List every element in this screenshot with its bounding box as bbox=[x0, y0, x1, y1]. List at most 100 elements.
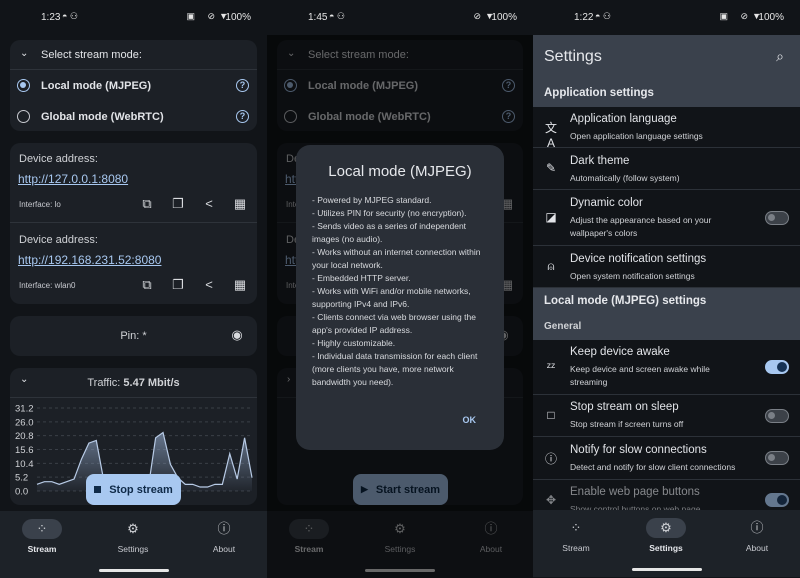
copy-icon[interactable]: ❐ bbox=[170, 277, 186, 293]
chevron-down-icon[interactable]: ⌄ bbox=[20, 48, 28, 59]
traffic-label: Traffic: 5.47 Mbit/s bbox=[10, 377, 257, 389]
nav-label: Stream bbox=[562, 543, 590, 553]
bell-icon: ⍝ bbox=[547, 259, 555, 273]
y-tick-label: 31.2 bbox=[15, 404, 34, 415]
app-notification-icon: ◓ ⚇ bbox=[595, 11, 612, 21]
battery-level: 100% bbox=[491, 12, 517, 23]
nav-settings[interactable]: ⚙ Settings bbox=[631, 518, 701, 553]
help-icon[interactable]: ? bbox=[236, 110, 249, 123]
mute-icon: ⊘ bbox=[207, 11, 215, 21]
web-buttons-toggle[interactable] bbox=[765, 493, 789, 507]
help-icon[interactable]: ? bbox=[236, 79, 249, 92]
palette-icon: ◪ bbox=[545, 210, 557, 224]
setting-title: Notify for slow connections bbox=[570, 444, 707, 456]
app-notification-icon: ◓ ⚇ bbox=[329, 11, 346, 21]
address-link[interactable]: http://192.168.231.52:8080 bbox=[18, 253, 161, 267]
translate-icon: 文A bbox=[544, 121, 557, 150]
qr-code-icon[interactable]: ▦ bbox=[232, 196, 248, 212]
setting-application-language[interactable]: 文A Application language Open application… bbox=[533, 107, 800, 150]
y-tick-label: 20.8 bbox=[15, 431, 34, 442]
divider bbox=[10, 222, 257, 223]
setting-stop-on-sleep[interactable]: □ Stop stream on sleep Stop stream if sc… bbox=[533, 395, 800, 437]
gear-icon: ⚙ bbox=[646, 518, 686, 538]
traffic-value: 5.47 Mbit/s bbox=[123, 377, 180, 389]
stream-icon: ⁘ bbox=[22, 519, 62, 539]
open-external-icon[interactable]: ⧉ bbox=[139, 196, 155, 212]
slow-connections-toggle[interactable] bbox=[765, 451, 789, 465]
nav-about[interactable]: ⓘ About bbox=[189, 519, 259, 554]
setting-dark-theme[interactable]: ✎ Dark theme Automatically (follow syste… bbox=[533, 148, 800, 190]
stream-screen: 1:23 ◓ ⚇ ▣ ⊘ ▼ 100% ⌄ Select stream mode… bbox=[0, 0, 267, 578]
nav-label: About bbox=[212, 544, 236, 554]
y-tick-label: 10.4 bbox=[15, 459, 34, 470]
stream-toggle-button[interactable]: Stop stream bbox=[86, 474, 181, 505]
stream-screen-dialog: 1:45 ◓ ⚇ ⊘ ▼ 100% ⌄ Select stream mode: … bbox=[267, 0, 533, 578]
qr-code-icon[interactable]: ▦ bbox=[232, 277, 248, 293]
mode-info-dialog: Local mode (MJPEG) - Powered by MJPEG st… bbox=[296, 145, 504, 450]
section-header-local-mode: Local mode (MJPEG) settings General bbox=[533, 288, 800, 340]
stream-mode-card: ⌄ Select stream mode: Local mode (MJPEG)… bbox=[10, 40, 257, 131]
setting-title: Application language bbox=[570, 113, 677, 125]
status-time: 1:22 bbox=[574, 12, 594, 23]
bottom-navigation: ⁘ Stream ⚙ Settings ⓘ About bbox=[0, 511, 267, 578]
nav-about[interactable]: ⓘ About bbox=[722, 518, 792, 553]
gear-icon: ⚙ bbox=[127, 521, 139, 536]
status-bar: 1:22 ◓ ⚇ ▣ ⊘ ▼ 100% bbox=[533, 0, 800, 35]
radio-local-mode[interactable] bbox=[17, 79, 30, 92]
settings-header: Settings ⌕ Application settings bbox=[533, 35, 800, 107]
stop-on-sleep-toggle[interactable] bbox=[765, 409, 789, 423]
y-tick-label: 26.0 bbox=[15, 417, 34, 428]
sleep-icon: ᶻᶻ bbox=[546, 360, 556, 374]
mute-icon: ⊘ bbox=[473, 11, 481, 21]
setting-title: Dark theme bbox=[570, 155, 630, 167]
setting-subtitle: Stop stream if screen turns off bbox=[570, 419, 684, 429]
setting-slow-connections[interactable]: ⓘ Notify for slow connections Detect and… bbox=[533, 437, 800, 480]
device-address-card: Device address: http://127.0.0.1:8080 In… bbox=[10, 143, 257, 304]
theme-icon: ✎ bbox=[545, 161, 557, 175]
divider bbox=[10, 69, 257, 70]
interface-label: Interface: lo bbox=[19, 200, 61, 209]
ok-button[interactable]: OK bbox=[463, 415, 477, 425]
open-external-icon[interactable]: ⧉ bbox=[139, 277, 155, 293]
copy-icon[interactable]: ❐ bbox=[170, 196, 186, 212]
status-time: 1:23 bbox=[41, 12, 61, 23]
nav-label: About bbox=[745, 543, 769, 553]
setting-subtitle: Open system notification settings bbox=[570, 271, 695, 281]
dynamic-color-toggle[interactable] bbox=[765, 211, 789, 225]
setting-title: Enable web page buttons bbox=[570, 486, 700, 498]
setting-subtitle: Keep device and screen awake while strea… bbox=[570, 364, 710, 387]
eye-icon[interactable]: ◉ bbox=[229, 327, 245, 343]
search-icon[interactable]: ⌕ bbox=[776, 48, 784, 65]
setting-keep-awake[interactable]: ᶻᶻ Keep device awake Keep device and scr… bbox=[533, 340, 800, 395]
info-icon: ⓘ bbox=[750, 520, 764, 535]
alert-icon: ⓘ bbox=[544, 452, 557, 466]
address-link[interactable]: http://127.0.0.1:8080 bbox=[18, 172, 128, 186]
local-mode-label[interactable]: Local mode (MJPEG) bbox=[41, 80, 151, 92]
global-mode-label[interactable]: Global mode (WebRTC) bbox=[41, 111, 164, 123]
keep-awake-toggle[interactable] bbox=[765, 360, 789, 374]
nav-stream[interactable]: ⁘ Stream bbox=[541, 518, 611, 553]
interface-label: Interface: wlan0 bbox=[19, 281, 76, 290]
home-indicator[interactable] bbox=[631, 568, 702, 571]
nav-stream[interactable]: ⁘ Stream bbox=[7, 519, 77, 554]
dialog-body: - Powered by MJPEG standard. - Utilizes … bbox=[312, 195, 481, 387]
bottom-navigation: ⁘ Stream ⚙ Settings ⓘ About bbox=[533, 510, 800, 577]
stream-button-label: Stop stream bbox=[109, 483, 173, 496]
y-tick-label: 15.6 bbox=[15, 445, 34, 456]
dialog-title: Local mode (MJPEG) bbox=[328, 163, 472, 180]
setting-dynamic-color[interactable]: ◪ Dynamic color Adjust the appearance ba… bbox=[533, 190, 800, 246]
radio-global-mode[interactable] bbox=[17, 110, 30, 123]
share-icon[interactable]: < bbox=[201, 277, 217, 292]
share-icon[interactable]: < bbox=[201, 196, 217, 211]
stop-icon bbox=[94, 486, 102, 493]
page-title: Settings bbox=[544, 48, 602, 65]
setting-device-notifications[interactable]: ⍝ Device notification settings Open syst… bbox=[533, 246, 800, 288]
nav-settings[interactable]: ⚙ Settings bbox=[98, 519, 168, 554]
section-header: Local mode (MJPEG) settings bbox=[544, 295, 707, 307]
setting-subtitle: Detect and notify for slow client connec… bbox=[570, 462, 736, 472]
home-indicator[interactable] bbox=[98, 569, 169, 572]
y-tick-label: 0.0 bbox=[15, 487, 28, 498]
status-time: 1:45 bbox=[308, 12, 328, 23]
cast-icon: ▣ bbox=[719, 11, 728, 21]
stream-icon: ⁘ bbox=[570, 520, 582, 535]
